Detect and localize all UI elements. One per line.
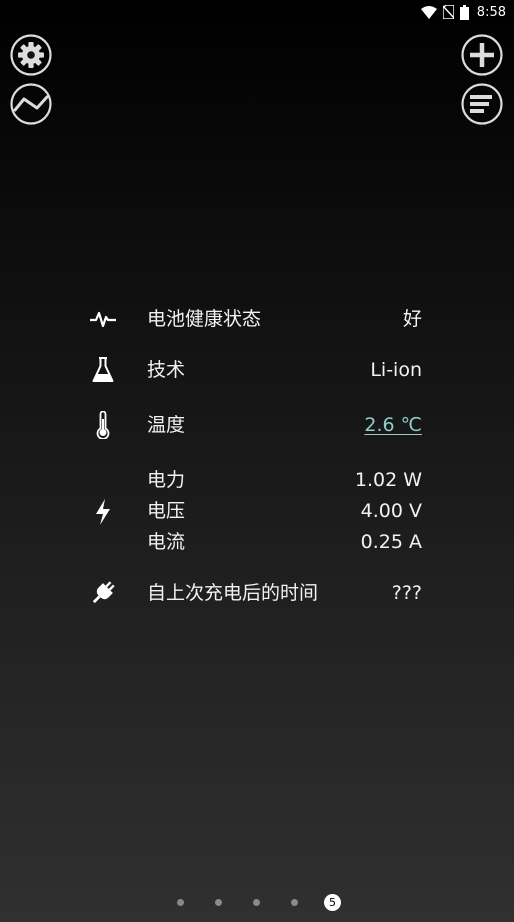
battery-icon <box>459 4 469 20</box>
status-bar: 8:58 <box>0 0 514 24</box>
settings-button[interactable] <box>10 34 52 76</box>
battery-info-panel: 电池健康状态 好 技术 Li-ion 温度 2.6 ℃ 电力 1.02 W 电压… <box>0 0 514 922</box>
add-button[interactable] <box>461 34 503 76</box>
flask-icon <box>88 355 118 385</box>
page-indicator: 5 <box>0 893 514 913</box>
page-dot[interactable] <box>177 899 184 906</box>
health-value: 好 <box>402 308 422 330</box>
thermometer-icon <box>88 410 118 440</box>
temperature-value[interactable]: 2.6 ℃ <box>364 413 422 437</box>
lightning-icon <box>88 497 118 527</box>
plug-icon <box>88 578 118 608</box>
technology-value: Li-ion <box>370 359 422 381</box>
power-value: 1.02 W <box>354 469 422 491</box>
temperature-label: 温度 <box>147 414 186 436</box>
gear-icon <box>10 34 52 76</box>
graph-button[interactable] <box>10 83 52 125</box>
page-dot[interactable] <box>253 899 260 906</box>
list-button[interactable] <box>461 83 503 125</box>
voltage-label: 电压 <box>147 500 186 522</box>
voltage-value: 4.00 V <box>360 500 422 522</box>
wifi-icon <box>420 5 437 19</box>
current-value: 0.25 A <box>360 531 422 553</box>
since-charge-label: 自上次充电后的时间 <box>147 582 319 604</box>
power-label: 电力 <box>147 469 186 491</box>
since-charge-value: ??? <box>391 582 422 604</box>
health-label: 电池健康状态 <box>147 308 262 330</box>
page-dot[interactable] <box>215 899 222 906</box>
page-dot-active[interactable]: 5 <box>324 894 341 911</box>
graph-icon <box>10 83 52 125</box>
technology-label: 技术 <box>147 359 186 381</box>
status-icons: 8:58 <box>420 4 506 20</box>
page-dot[interactable] <box>291 899 298 906</box>
current-label: 电流 <box>147 531 186 553</box>
status-time: 8:58 <box>476 4 506 20</box>
plus-icon <box>461 34 503 76</box>
no-sim-icon <box>442 5 454 19</box>
pulse-icon <box>88 304 118 334</box>
list-icon <box>461 83 503 125</box>
